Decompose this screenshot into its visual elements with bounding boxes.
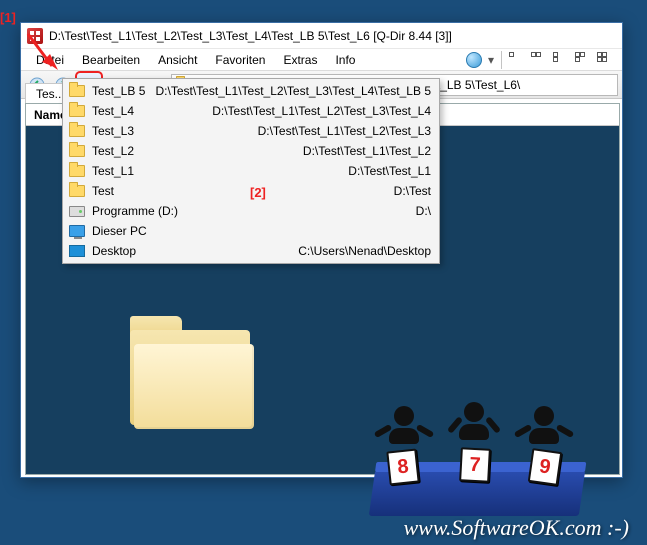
folder-icon (69, 185, 85, 197)
dropdown-item-name: Test_L4 (92, 104, 134, 118)
dropdown-item-path: C:\Users\Nenad\Desktop (143, 244, 431, 258)
dropdown-item-name: Desktop (92, 244, 136, 258)
dropdown-item-path: D:\ (185, 204, 431, 218)
layout-2-icon[interactable] (531, 52, 547, 68)
layout-2v-icon[interactable] (553, 52, 569, 68)
folder-icon (69, 165, 85, 177)
score-card-3: 9 (528, 448, 562, 486)
layout-4-icon[interactable] (597, 52, 613, 68)
large-folder-icon (130, 330, 250, 425)
dropdown-item-path: D:\Test\Test_L1\Test_L2\Test_L3 (141, 124, 431, 138)
dropdown-item[interactable]: Desktop C:\Users\Nenad\Desktop (63, 241, 439, 261)
dropdown-item-name: Test_LB 5 (92, 84, 145, 98)
separator (501, 51, 502, 69)
menu-favoriten[interactable]: Favoriten (206, 51, 274, 69)
annotation-2: [2] (250, 185, 266, 200)
dropdown-item-name: Test_L3 (92, 124, 134, 138)
dropdown-item-name: Test (92, 184, 114, 198)
judges-cartoon: 8 7 9 (352, 400, 602, 530)
dropdown-item[interactable]: Test_L2 D:\Test\Test_L1\Test_L2 (63, 141, 439, 161)
window-title: D:\Test\Test_L1\Test_L2\Test_L3\Test_L4\… (49, 29, 452, 43)
dropdown-item-path: D:\Test (121, 184, 431, 198)
dropdown-item[interactable]: Test_L4 D:\Test\Test_L1\Test_L2\Test_L3\T… (63, 101, 439, 121)
score-card-1: 8 (386, 449, 419, 486)
dropdown-item[interactable]: Test_LB 5 D:\Test\Test_L1\Test_L2\Test_L3… (63, 81, 439, 101)
folder-icon (69, 145, 85, 157)
dropdown-item-name: Test_L1 (92, 164, 134, 178)
dropdown-item-path: D:\Test\Test_L1 (141, 164, 431, 178)
annotation-1: [1] (0, 10, 16, 25)
dropdown-item-name: Test_L2 (92, 144, 134, 158)
menu-bearbeiten[interactable]: Bearbeiten (73, 51, 149, 69)
dropdown-item[interactable]: Programme (D:) D:\ (63, 201, 439, 221)
dropdown-item[interactable]: Test_L1 D:\Test\Test_L1 (63, 161, 439, 181)
menu-extras[interactable]: Extras (274, 51, 326, 69)
tab-label: Tes... (36, 87, 65, 101)
desktop-icon (69, 245, 85, 257)
dropdown-item-path: D:\Test\Test_L1\Test_L2 (141, 144, 431, 158)
title-bar[interactable]: D:\Test\Test_L1\Test_L2\Test_L3\Test_L4\… (21, 23, 622, 49)
layout-3-icon[interactable] (575, 52, 591, 68)
dropdown-item[interactable]: Test_L3 D:\Test\Test_L1\Test_L2\Test_L3 (63, 121, 439, 141)
dropdown-item-name: Programme (D:) (92, 204, 178, 218)
dropdown-item[interactable]: Dieser PC (63, 221, 439, 241)
menu-bar: Datei Bearbeiten Ansicht Favoriten Extra… (21, 49, 622, 71)
layout-1-icon[interactable] (509, 52, 525, 68)
score-card-2: 7 (459, 447, 491, 483)
folder-icon (69, 105, 85, 117)
menu-ansicht[interactable]: Ansicht (149, 51, 206, 69)
dropdown-item-path: D:\Test\Test_L1\Test_L2\Test_L3\Test_L4 (141, 104, 431, 118)
pc-icon (69, 225, 85, 237)
drive-icon (69, 206, 85, 217)
chevron-down-icon[interactable]: ▾ (488, 53, 494, 67)
folder-icon (69, 125, 85, 137)
menu-info[interactable]: Info (326, 51, 364, 69)
globe-icon[interactable] (466, 52, 482, 68)
dropdown-item-path: D:\Test\Test_L1\Test_L2\Test_L3\Test_L4\… (152, 84, 431, 98)
path-history-dropdown: Test_LB 5 D:\Test\Test_L1\Test_L2\Test_L3… (62, 78, 440, 264)
folder-icon (69, 85, 85, 97)
watermark: www.SoftwareOK.com :-) (404, 515, 630, 541)
dropdown-item-name: Dieser PC (92, 224, 147, 238)
annotation-arrow (24, 32, 60, 76)
